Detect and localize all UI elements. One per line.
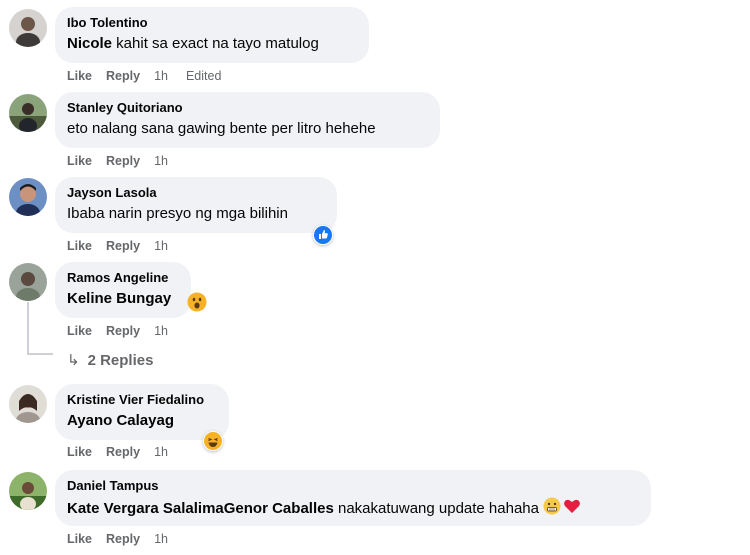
comment-author[interactable]: Daniel Tampus <box>67 478 639 494</box>
comment-author[interactable]: Ibo Tolentino <box>67 15 357 31</box>
comment-text: Nicole kahit sa exact na tayo matulog <box>67 34 357 54</box>
avatar[interactable] <box>9 178 47 216</box>
avatar[interactable] <box>9 9 47 47</box>
comment-actions: Like Reply 1h <box>67 238 186 254</box>
reply-button[interactable]: Reply <box>106 238 140 254</box>
like-button[interactable]: Like <box>67 531 92 547</box>
like-button[interactable]: Like <box>67 238 92 254</box>
reply-button[interactable]: Reply <box>106 531 140 547</box>
grimace-emoji-icon <box>543 497 561 521</box>
like-button[interactable]: Like <box>67 68 92 84</box>
comment-author[interactable]: Ramos Angeline <box>67 270 179 286</box>
comment-text: Ayano Calayag <box>67 411 217 431</box>
comment-author[interactable]: Jayson Lasola <box>67 185 325 201</box>
comment-actions: Like Reply 1h <box>67 153 186 169</box>
replies-count: 2 Replies <box>87 352 154 369</box>
comment-bubble: Ibo Tolentino Nicole kahit sa exact na t… <box>55 7 369 63</box>
comment-actions: Like Reply 1h Edited <box>67 68 221 84</box>
comment-actions: Like Reply 1h <box>67 444 186 460</box>
comment-timestamp[interactable]: 1h <box>154 68 168 84</box>
reply-thread-line <box>27 302 29 354</box>
like-reaction-icon[interactable] <box>313 225 333 245</box>
reply-button[interactable]: Reply <box>106 68 140 84</box>
haha-reaction-icon[interactable] <box>203 431 223 451</box>
comment-timestamp[interactable]: 1h <box>154 153 168 169</box>
reply-button[interactable]: Reply <box>106 153 140 169</box>
comment-actions: Like Reply 1h <box>67 531 186 547</box>
comment-bubble: Ramos Angeline Keline Bungay <box>55 262 191 318</box>
like-button[interactable]: Like <box>67 444 92 460</box>
comment-body: eto nalang sana gawing bente per litro h… <box>67 120 376 137</box>
avatar[interactable] <box>9 472 47 510</box>
comment-body: kahit sa exact na tayo matulog <box>112 35 319 52</box>
reply-thread-curve <box>27 353 53 355</box>
comment-author[interactable]: Stanley Quitoriano <box>67 100 428 116</box>
tagged-user[interactable]: Keline Bungay <box>67 290 171 307</box>
reply-button[interactable]: Reply <box>106 323 140 339</box>
avatar[interactable] <box>9 263 47 301</box>
avatar[interactable] <box>9 385 47 423</box>
edited-label: Edited <box>185 69 222 83</box>
avatar[interactable] <box>9 94 47 132</box>
comment-actions: Like Reply 1h <box>67 323 186 339</box>
comment-bubble: Daniel Tampus Kate Vergara SalalimaGenor… <box>55 470 651 526</box>
comment-bubble: Stanley Quitoriano eto nalang sana gawin… <box>55 92 440 148</box>
wow-emoji-icon <box>187 292 207 312</box>
heart-emoji-icon <box>563 497 581 521</box>
comment-text: Keline Bungay <box>67 289 179 309</box>
reply-button[interactable]: Reply <box>106 444 140 460</box>
tagged-user[interactable]: Kate Vergara SalalimaGenor Caballes <box>67 500 334 517</box>
comment-text: Kate Vergara SalalimaGenor Caballes naka… <box>67 497 639 521</box>
comment-timestamp[interactable]: 1h <box>154 238 168 254</box>
comment-bubble: Jayson Lasola Ibaba narin presyo ng mga … <box>55 177 337 233</box>
comment-timestamp[interactable]: 1h <box>154 444 168 460</box>
comment-body: nakakatuwang update hahaha <box>333 499 539 517</box>
comment-bubble: Kristine Vier Fiedalino Ayano Calayag <box>55 384 229 440</box>
like-button[interactable]: Like <box>67 153 92 169</box>
tagged-user[interactable]: Nicole <box>67 35 112 52</box>
tagged-user[interactable]: Ayano Calayag <box>67 412 174 429</box>
view-replies-link[interactable]: ↳ 2 Replies <box>67 351 153 371</box>
comment-timestamp[interactable]: 1h <box>154 531 168 547</box>
comment-timestamp[interactable]: 1h <box>154 323 168 339</box>
comment-author[interactable]: Kristine Vier Fiedalino <box>67 392 217 408</box>
like-button[interactable]: Like <box>67 323 92 339</box>
reply-arrow-icon: ↳ <box>67 352 80 369</box>
comment-body: Ibaba narin presyo ng mga bilihin <box>67 205 288 222</box>
